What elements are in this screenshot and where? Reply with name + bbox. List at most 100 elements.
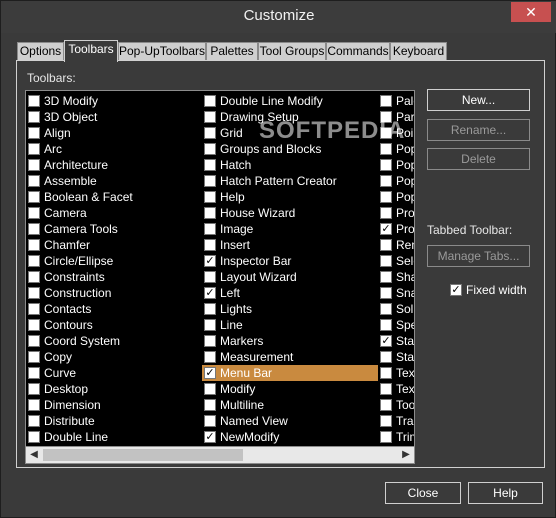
- list-item-checkbox[interactable]: [380, 207, 392, 219]
- list-item[interactable]: Tex: [378, 381, 414, 397]
- list-item-checkbox[interactable]: [28, 271, 40, 283]
- list-item[interactable]: Camera Tools: [26, 221, 202, 237]
- list-item[interactable]: Pop: [378, 189, 414, 205]
- list-item[interactable]: Pop: [378, 157, 414, 173]
- list-item[interactable]: Desktop: [26, 381, 202, 397]
- list-item[interactable]: Layout Wizard: [202, 269, 378, 285]
- horizontal-scrollbar[interactable]: ◀ ▶: [26, 446, 414, 463]
- list-item-checkbox[interactable]: [380, 431, 392, 443]
- tab-commands[interactable]: Commands: [326, 42, 390, 61]
- list-item-checkbox[interactable]: [380, 255, 392, 267]
- list-item-checkbox[interactable]: [204, 207, 216, 219]
- list-item-checkbox[interactable]: [204, 143, 216, 155]
- list-item[interactable]: Align: [26, 125, 202, 141]
- list-item-checkbox[interactable]: [204, 175, 216, 187]
- list-item-checkbox[interactable]: [380, 319, 392, 331]
- manage-tabs-button[interactable]: Manage Tabs...: [427, 245, 530, 267]
- list-item-checkbox[interactable]: [28, 127, 40, 139]
- scroll-left-icon[interactable]: ◀: [26, 447, 42, 463]
- list-item-checkbox[interactable]: [204, 127, 216, 139]
- list-item[interactable]: Insert: [202, 237, 378, 253]
- list-item-checkbox[interactable]: [204, 383, 216, 395]
- delete-button[interactable]: Delete: [427, 148, 530, 170]
- list-item[interactable]: ✓ Prop: [378, 221, 414, 237]
- tab-tool-groups[interactable]: Tool Groups: [258, 42, 326, 61]
- list-item-checkbox[interactable]: [204, 95, 216, 107]
- list-item-checkbox[interactable]: ✓: [204, 287, 216, 299]
- list-item[interactable]: Image: [202, 221, 378, 237]
- list-item-checkbox[interactable]: [380, 159, 392, 171]
- list-item[interactable]: Arc: [26, 141, 202, 157]
- list-item[interactable]: Ren: [378, 237, 414, 253]
- close-button[interactable]: Close: [385, 482, 461, 504]
- close-window-button[interactable]: ✕: [511, 2, 551, 22]
- list-item[interactable]: Curve: [26, 365, 202, 381]
- list-item[interactable]: Contacts: [26, 301, 202, 317]
- list-item-checkbox[interactable]: [28, 255, 40, 267]
- list-item-checkbox[interactable]: [28, 175, 40, 187]
- list-item[interactable]: Sele: [378, 253, 414, 269]
- list-item[interactable]: Lights: [202, 301, 378, 317]
- list-item-checkbox[interactable]: [380, 191, 392, 203]
- list-item[interactable]: Modify: [202, 381, 378, 397]
- list-item[interactable]: Tran: [378, 413, 414, 429]
- list-item[interactable]: Star: [378, 349, 414, 365]
- list-item-checkbox[interactable]: [28, 239, 40, 251]
- new-button[interactable]: New...: [427, 89, 530, 111]
- list-item-checkbox[interactable]: [380, 367, 392, 379]
- list-item[interactable]: 3D Object: [26, 109, 202, 125]
- list-item-checkbox[interactable]: [380, 287, 392, 299]
- list-item[interactable]: ✓ NewModify: [202, 429, 378, 445]
- list-item-checkbox[interactable]: ✓: [204, 255, 216, 267]
- list-item[interactable]: Too: [378, 397, 414, 413]
- help-button[interactable]: Help: [468, 482, 543, 504]
- list-item[interactable]: Dimension: [26, 397, 202, 413]
- list-item-checkbox[interactable]: [28, 351, 40, 363]
- list-item[interactable]: Tex: [378, 365, 414, 381]
- list-item[interactable]: 3D Modify: [26, 93, 202, 109]
- list-item[interactable]: Double Line Modify: [202, 93, 378, 109]
- list-item[interactable]: Architecture: [26, 157, 202, 173]
- list-item[interactable]: Markers: [202, 333, 378, 349]
- list-item[interactable]: Coord System: [26, 333, 202, 349]
- list-item-checkbox[interactable]: [380, 239, 392, 251]
- list-item-checkbox[interactable]: [380, 383, 392, 395]
- list-item-checkbox[interactable]: ✓: [204, 431, 216, 443]
- list-item-checkbox[interactable]: [204, 319, 216, 331]
- list-item-checkbox[interactable]: [28, 191, 40, 203]
- list-item-checkbox[interactable]: [204, 223, 216, 235]
- list-item-checkbox[interactable]: [28, 159, 40, 171]
- tab-options[interactable]: Options: [17, 42, 64, 61]
- list-item-checkbox[interactable]: [204, 303, 216, 315]
- list-item-checkbox[interactable]: [204, 239, 216, 251]
- list-item[interactable]: Camera: [26, 205, 202, 221]
- list-item[interactable]: Named View: [202, 413, 378, 429]
- list-item-checkbox[interactable]: ✓: [204, 367, 216, 379]
- list-item[interactable]: Prod: [378, 205, 414, 221]
- list-item-checkbox[interactable]: [28, 415, 40, 427]
- list-item[interactable]: ✓ Star: [378, 333, 414, 349]
- list-item-checkbox[interactable]: [204, 111, 216, 123]
- list-item-checkbox[interactable]: [28, 367, 40, 379]
- tab-popup-toolbars[interactable]: Pop-UpToolbars: [118, 42, 206, 61]
- list-item[interactable]: Circle/Ellipse: [26, 253, 202, 269]
- list-item-checkbox[interactable]: [380, 95, 392, 107]
- list-item-checkbox[interactable]: [28, 207, 40, 219]
- list-item[interactable]: ✓ Inspector Bar: [202, 253, 378, 269]
- list-item-checkbox[interactable]: [28, 143, 40, 155]
- list-item-checkbox[interactable]: [28, 335, 40, 347]
- list-item-checkbox[interactable]: [204, 335, 216, 347]
- list-item[interactable]: Pale: [378, 93, 414, 109]
- list-item-checkbox[interactable]: [28, 431, 40, 443]
- scroll-thumb[interactable]: [43, 449, 243, 461]
- list-item[interactable]: Spe: [378, 317, 414, 333]
- list-item-checkbox[interactable]: [204, 415, 216, 427]
- list-item-checkbox[interactable]: [28, 95, 40, 107]
- list-item[interactable]: Measurement: [202, 349, 378, 365]
- list-item[interactable]: Construction: [26, 285, 202, 301]
- list-item[interactable]: Multiline: [202, 397, 378, 413]
- list-item-checkbox[interactable]: [380, 303, 392, 315]
- list-item[interactable]: Copy: [26, 349, 202, 365]
- title-bar[interactable]: Customize ✕: [1, 1, 556, 33]
- list-item[interactable]: Hatch: [202, 157, 378, 173]
